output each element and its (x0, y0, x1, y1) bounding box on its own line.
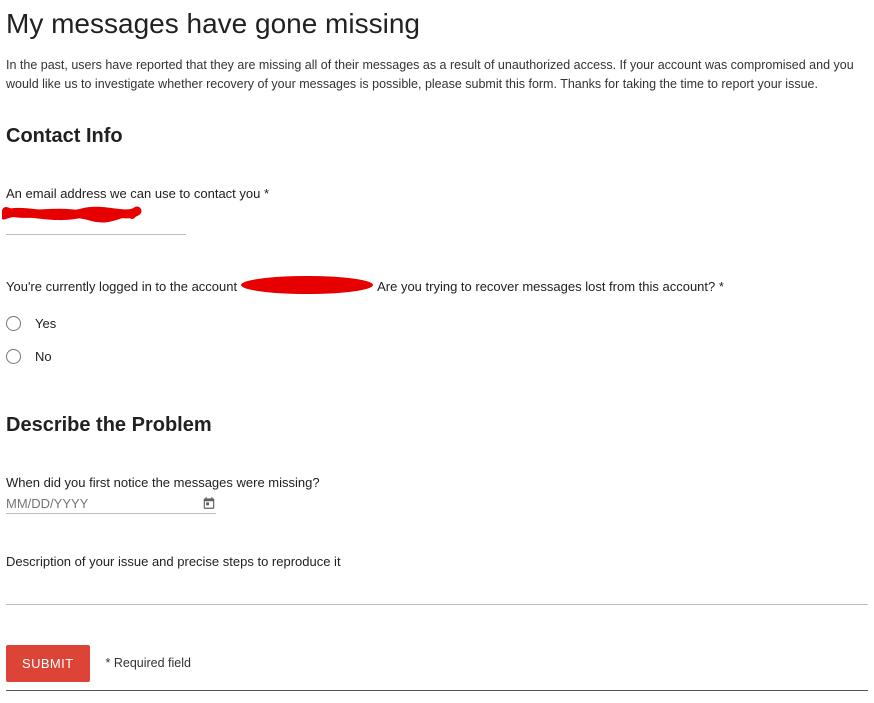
email-input-redacted[interactable] (6, 207, 186, 235)
radio-no-label: No (35, 349, 52, 364)
page-title: My messages have gone missing (6, 8, 868, 40)
required-field-note: * Required field (106, 656, 191, 670)
login-prefix-text: You're currently logged in to the accoun… (6, 279, 237, 294)
date-label: When did you first notice the messages w… (6, 475, 868, 490)
date-field-group: When did you first notice the messages w… (6, 475, 868, 514)
redaction-scribble-icon (2, 201, 142, 227)
bottom-divider (6, 690, 868, 691)
email-field-group: An email address we can use to contact y… (6, 186, 868, 235)
description-input[interactable] (6, 577, 868, 605)
date-input[interactable] (6, 496, 202, 511)
radio-yes-label: Yes (35, 316, 56, 331)
account-redacted (239, 275, 375, 298)
login-suffix-text: Are you trying to recover messages lost … (377, 279, 724, 294)
radio-yes[interactable] (6, 316, 21, 331)
describe-problem-heading: Describe the Problem (6, 414, 868, 437)
email-label: An email address we can use to contact y… (6, 186, 868, 201)
intro-text: In the past, users have reported that th… (6, 56, 868, 95)
radio-yes-row: Yes (6, 316, 868, 331)
account-question: You're currently logged in to the accoun… (6, 275, 868, 298)
radio-no-row: No (6, 349, 868, 364)
radio-no[interactable] (6, 349, 21, 364)
redaction-blob-icon (239, 275, 375, 295)
contact-info-heading: Contact Info (6, 125, 868, 148)
description-field-group: Description of your issue and precise st… (6, 554, 868, 605)
calendar-icon[interactable] (202, 496, 216, 510)
form-footer: SUBMIT * Required field (6, 645, 868, 682)
description-label: Description of your issue and precise st… (6, 554, 868, 569)
submit-button[interactable]: SUBMIT (6, 645, 90, 682)
date-input-wrap[interactable] (6, 496, 216, 514)
